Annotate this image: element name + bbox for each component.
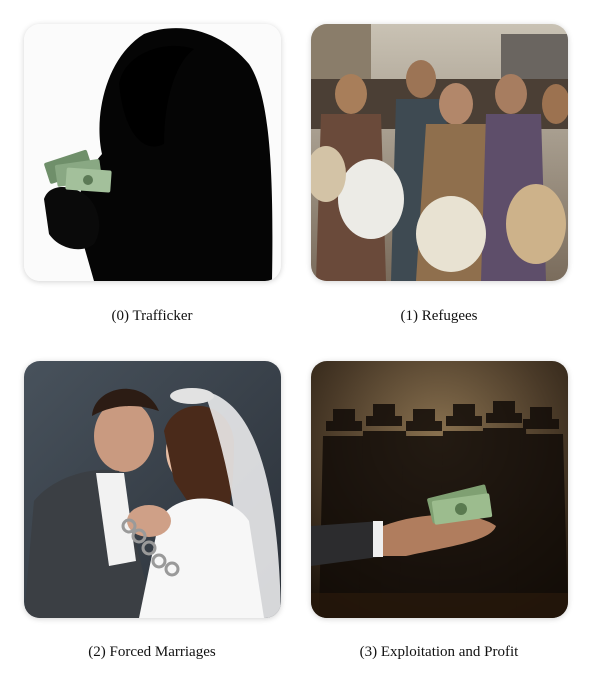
trafficker-image — [24, 24, 281, 281]
caption-refugees: (1) Refugees — [400, 308, 478, 324]
forced-marriages-illustration — [24, 361, 281, 618]
forced-marriages-image — [24, 361, 281, 618]
exploitation-profit-illustration — [311, 361, 568, 618]
caption-forced-marriages: (2) Forced Marriages — [88, 644, 216, 660]
caption-exploitation-profit: (3) Exploitation and Profit — [359, 644, 519, 660]
refugees-illustration — [311, 24, 568, 281]
trafficker-illustration — [24, 24, 281, 281]
exploitation-profit-image — [311, 361, 568, 618]
refugees-image — [311, 24, 568, 281]
caption-trafficker: (0) Trafficker — [111, 308, 193, 324]
